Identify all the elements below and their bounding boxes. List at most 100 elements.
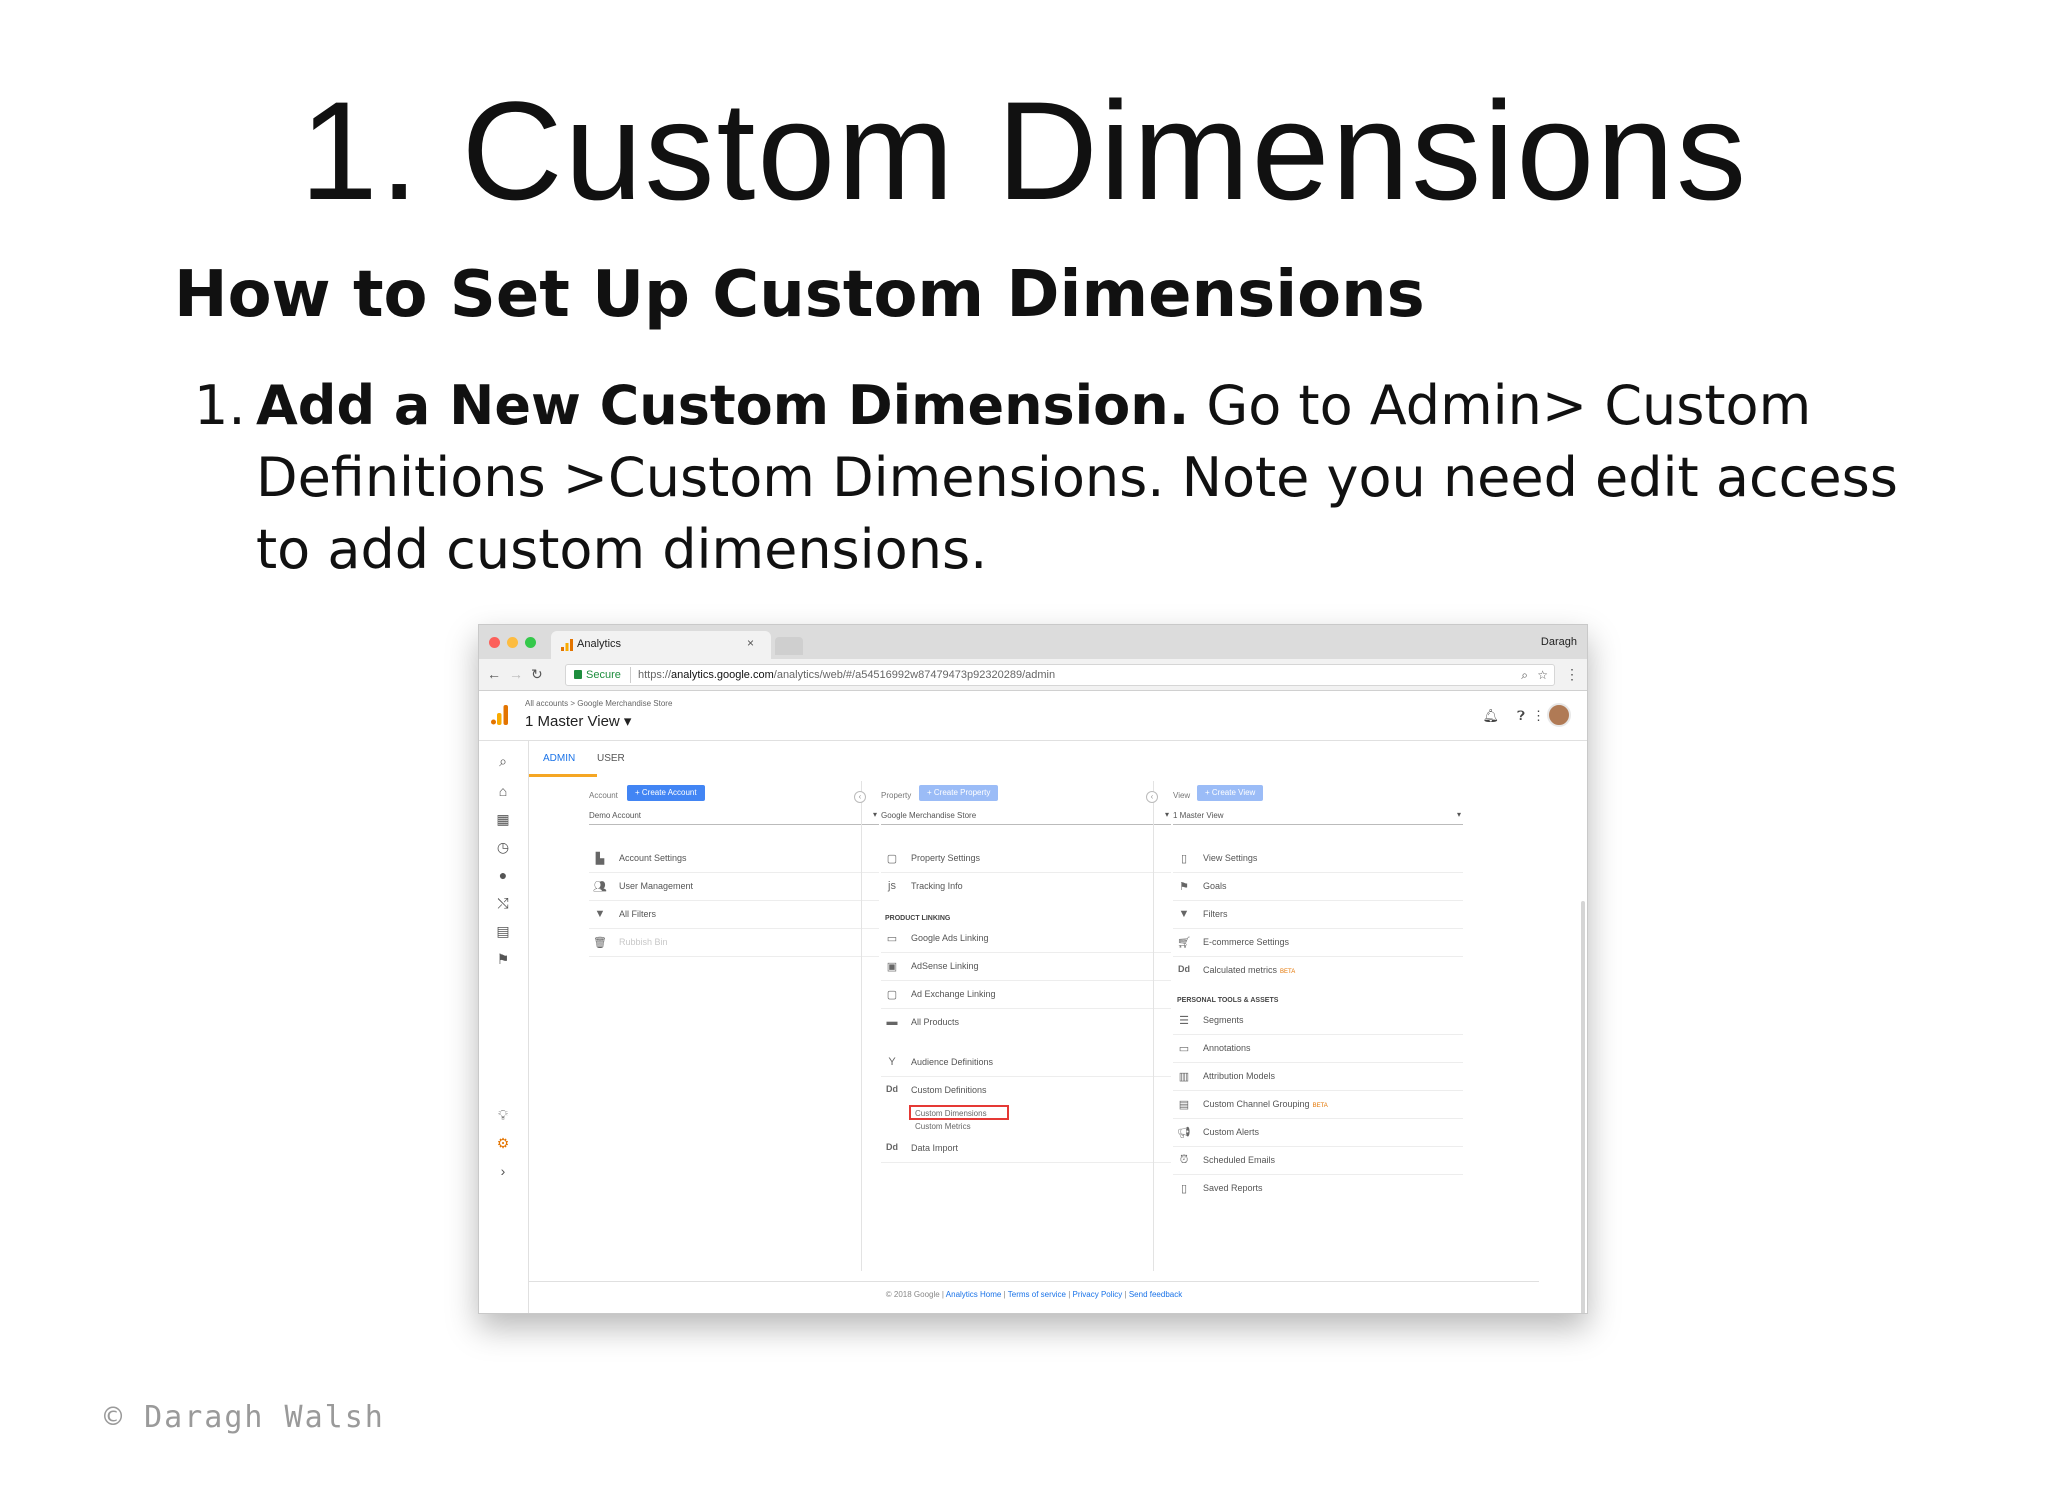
dd-icon: Dd xyxy=(886,1084,898,1094)
trash-icon: 🗑︎ xyxy=(593,937,607,949)
rubbish-bin-item[interactable]: 🗑︎ Rubbish Bin xyxy=(589,929,879,957)
data-import-item[interactable]: Dd Data Import xyxy=(881,1135,1171,1163)
js-icon: js xyxy=(888,880,896,892)
custom-alerts-item[interactable]: 📢︎ Custom Alerts xyxy=(1173,1119,1463,1147)
reload-icon[interactable]: ↻ xyxy=(531,666,543,683)
custom-channel-grouping-item[interactable]: ▤ Custom Channel Grouping BETA xyxy=(1173,1091,1463,1119)
filters-item[interactable]: ▼ Filters xyxy=(1173,901,1463,929)
annotations-item[interactable]: ▭ Annotations xyxy=(1173,1035,1463,1063)
discover-lightbulb-icon[interactable]: 💡︎ xyxy=(493,1107,513,1124)
footer-feedback-link[interactable]: Send feedback xyxy=(1129,1290,1182,1299)
google-ads-linking-item[interactable]: ▭ Google Ads Linking xyxy=(881,925,1171,953)
browser-tab-analytics[interactable]: Analytics × xyxy=(551,631,771,659)
ecommerce-settings-item[interactable]: 🛒︎ E-commerce Settings xyxy=(1173,929,1463,957)
browser-menu-icon[interactable]: ⋮ xyxy=(1565,666,1579,683)
saved-reports-item[interactable]: ▯ Saved Reports xyxy=(1173,1175,1463,1203)
grouping-icon: ▤ xyxy=(1178,1099,1190,1111)
ads-icon: ▭ xyxy=(886,933,898,945)
beta-badge: BETA xyxy=(1280,969,1296,975)
slide-subtitle: How to Set Up Custom Dimensions xyxy=(174,258,1425,332)
expand-chevron-icon[interactable]: › xyxy=(493,1163,513,1179)
segments-item[interactable]: ☰ Segments xyxy=(1173,1007,1463,1035)
filter-icon: ▼ xyxy=(594,908,606,920)
user-management-item[interactable]: 👥︎ User Management xyxy=(589,873,879,901)
left-nav: ⌕ ⌂ ▦ ◷ ● ⤭ ▤ ⚑ 💡︎ ⚙ › xyxy=(479,741,529,1313)
audience-definitions-item[interactable]: Y Audience Definitions xyxy=(881,1049,1171,1077)
flag-icon: ⚑ xyxy=(1179,881,1189,893)
forward-arrow-icon[interactable]: → xyxy=(509,666,523,682)
account-settings-item[interactable]: ▙ Account Settings xyxy=(589,845,879,873)
footer-privacy-link[interactable]: Privacy Policy xyxy=(1073,1290,1123,1299)
collapse-icon[interactable]: ‹ xyxy=(854,791,866,803)
view-selector[interactable]: 1 Master View ▾ xyxy=(525,712,631,730)
behavior-icon[interactable]: ▤ xyxy=(493,923,513,940)
view-settings-item[interactable]: ▯ View Settings xyxy=(1173,845,1463,873)
tab-admin[interactable]: ADMIN xyxy=(543,753,575,764)
bar-chart-icon: ▥ xyxy=(1178,1071,1190,1083)
tab-bar: Analytics × Daragh xyxy=(479,625,1587,659)
search-icon[interactable]: ⌕ xyxy=(493,753,513,770)
help-icon[interactable]: ❓︎ xyxy=(1517,708,1525,724)
view-select[interactable]: 1 Master View ▾ xyxy=(1173,807,1463,825)
audience-fork-icon: Y xyxy=(888,1056,896,1068)
property-select[interactable]: Google Merchandise Store ▾ xyxy=(881,807,1171,825)
custom-dimensions-highlight xyxy=(909,1105,1009,1120)
all-filters-item[interactable]: ▼ All Filters xyxy=(589,901,879,929)
tracking-info-item[interactable]: js Tracking Info xyxy=(881,873,1171,901)
footer-copyright: © 2018 Google | xyxy=(885,1290,946,1299)
admin-gear-icon[interactable]: ⚙ xyxy=(493,1135,513,1152)
custom-definitions-item[interactable]: Dd Custom Definitions xyxy=(881,1077,1171,1105)
bell-icon[interactable]: 🔔︎ xyxy=(1482,708,1499,724)
bookmark-star-icon[interactable]: ☆ xyxy=(1537,668,1548,682)
back-arrow-icon[interactable]: ← xyxy=(487,666,501,682)
scheduled-emails-item[interactable]: ⏰︎ Scheduled Emails xyxy=(1173,1147,1463,1175)
tab-title: Analytics xyxy=(577,638,622,650)
create-view-button[interactable]: + Create View xyxy=(1197,785,1264,801)
realtime-clock-icon[interactable]: ◷ xyxy=(493,839,513,856)
breadcrumb[interactable]: All accounts > Google Merchandise Store xyxy=(525,699,672,708)
url-path: /analytics/web/#/a54516992w87479473p9232… xyxy=(773,669,1056,681)
minimize-window-icon[interactable] xyxy=(507,637,518,648)
saved-document-icon: ▯ xyxy=(1180,1183,1188,1195)
step-heading: Add a New Custom Dimension. xyxy=(256,374,1190,437)
audience-person-icon[interactable]: ● xyxy=(493,867,513,883)
property-label: Property xyxy=(881,791,912,800)
building-icon: ▙ xyxy=(595,853,605,865)
close-window-icon[interactable] xyxy=(489,637,500,648)
avatar[interactable] xyxy=(1547,703,1571,727)
personal-tools-header: PERSONAL TOOLS & ASSETS xyxy=(1177,997,1279,1004)
attribution-models-item[interactable]: ▥ Attribution Models xyxy=(1173,1063,1463,1091)
footer-analytics-home-link[interactable]: Analytics Home xyxy=(946,1290,1002,1299)
all-products-item[interactable]: ▬ All Products xyxy=(881,1009,1171,1037)
account-select[interactable]: Demo Account ▾ xyxy=(589,807,879,825)
chevron-down-icon: ▾ xyxy=(872,810,877,819)
admin-content: ADMIN USER Account + Create Account Demo… xyxy=(529,741,1587,1313)
property-settings-item[interactable]: ▢ Property Settings xyxy=(881,845,1171,873)
slide-title: 1. Custom Dimensions xyxy=(299,72,1749,229)
calculated-metrics-item[interactable]: Dd Calculated metrics BETA xyxy=(1173,957,1463,985)
create-account-button[interactable]: + Create Account xyxy=(627,785,705,801)
acquisition-icon[interactable]: ⤭ xyxy=(493,895,513,912)
customization-icon[interactable]: ▦ xyxy=(493,811,513,828)
home-icon[interactable]: ⌂ xyxy=(493,783,513,799)
scrollbar[interactable] xyxy=(1581,901,1585,1313)
custom-metrics-link[interactable]: Custom Metrics xyxy=(915,1122,971,1131)
create-property-button[interactable]: + Create Property xyxy=(919,785,999,801)
zoom-icon[interactable]: ⌕ xyxy=(1521,668,1528,683)
ad-exchange-linking-item[interactable]: ▢ Ad Exchange Linking xyxy=(881,981,1171,1009)
products-icon: ▬ xyxy=(886,1016,898,1028)
window-icon: ▢ xyxy=(886,853,898,865)
url-input[interactable]: Secure https://analytics.google.com/anal… xyxy=(565,664,1555,686)
collapse-icon[interactable]: ‹ xyxy=(1146,791,1158,803)
adsense-icon: ▣ xyxy=(886,961,898,973)
tab-user[interactable]: USER xyxy=(597,753,625,764)
maximize-window-icon[interactable] xyxy=(525,637,536,648)
conversions-flag-icon[interactable]: ⚑ xyxy=(493,951,513,968)
footer-terms-link[interactable]: Terms of service xyxy=(1008,1290,1066,1299)
profile-name[interactable]: Daragh xyxy=(1541,636,1577,648)
tab-close-icon[interactable]: × xyxy=(747,636,754,650)
adsense-linking-item[interactable]: ▣ AdSense Linking xyxy=(881,953,1171,981)
new-tab-button[interactable] xyxy=(775,637,803,655)
more-icon[interactable]: ⋮ xyxy=(1532,708,1545,724)
goals-item[interactable]: ⚑ Goals xyxy=(1173,873,1463,901)
